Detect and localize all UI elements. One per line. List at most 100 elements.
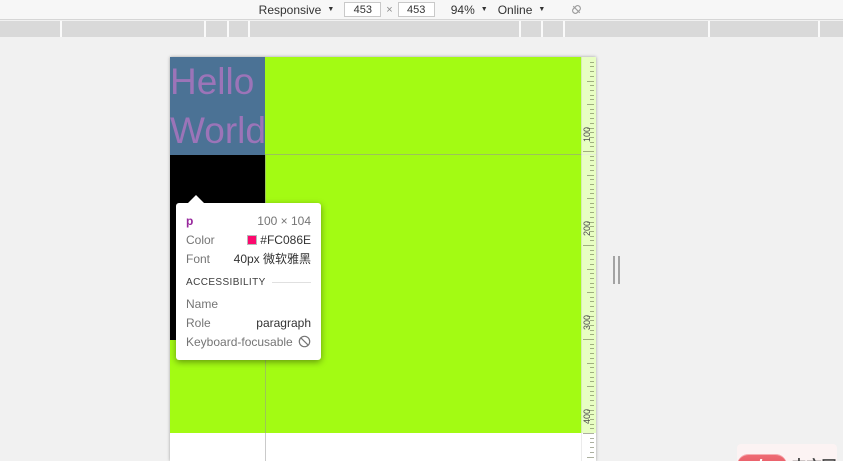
network-throttle-value: Online — [497, 2, 533, 17]
ruler-tick — [590, 99, 594, 101]
ruler-label: 300 — [582, 314, 592, 330]
ruler-tick — [590, 390, 594, 392]
watermark: php 中文网 — [737, 444, 837, 461]
ruler-tick — [587, 362, 594, 364]
vertical-ruler: 100 200 300 400 — [581, 57, 596, 461]
ruler-tick — [590, 306, 594, 308]
tooltip-role-label: Role — [186, 315, 211, 330]
chevron-down-icon: ▼ — [538, 6, 546, 13]
not-focusable-icon — [298, 335, 311, 348]
horizontal-guide-line — [265, 154, 596, 155]
ruler-tick — [590, 301, 594, 303]
device-type-selector[interactable]: Responsive ▼ — [259, 3, 335, 17]
tab-separator — [541, 21, 543, 37]
ruler-tick — [590, 75, 594, 77]
ruler-tick — [590, 371, 594, 373]
ruler-tick — [590, 94, 594, 96]
tooltip-keyboard-label: Keyboard-focusable — [186, 334, 293, 349]
ruler-tick — [590, 381, 594, 383]
ruler-tick — [590, 66, 594, 68]
element-highlight-overlay — [170, 57, 265, 155]
ruler-tick — [590, 343, 594, 345]
dimension-separator: × — [386, 3, 393, 16]
ruler-tick — [587, 198, 594, 199]
tooltip-font-value: 40px 微软雅黑 — [233, 252, 311, 266]
accessibility-section-header: ACCESSIBILITY — [186, 276, 266, 288]
ruler-tick — [590, 367, 594, 369]
ruler-tick — [590, 183, 594, 185]
viewport-width-input[interactable] — [344, 2, 382, 17]
device-type-label: Responsive — [258, 2, 322, 17]
tab-separator — [818, 21, 820, 37]
tab-separator — [227, 21, 229, 37]
ruler-tick — [590, 212, 594, 214]
section-divider — [271, 281, 311, 283]
vertical-scrollbar-thumb[interactable] — [613, 256, 620, 284]
ruler-tick — [590, 348, 594, 350]
tooltip-color-label: Color — [186, 232, 215, 247]
ruler-tick — [590, 400, 594, 402]
ruler-tick — [590, 113, 594, 115]
ruler-tick — [590, 259, 594, 261]
tab-separator — [204, 21, 206, 37]
tab-strip — [0, 21, 843, 37]
ruler-label: 100 — [582, 126, 592, 142]
ruler-tick — [590, 207, 594, 209]
ruler-tick — [587, 80, 594, 82]
zoom-value: 94% — [450, 2, 475, 17]
ruler-tick — [583, 151, 594, 152]
ruler-tick — [590, 89, 594, 91]
ruler-tick — [587, 104, 594, 105]
device-toolbar: Responsive ▼ × 94% ▼ Online ▼ — [0, 0, 843, 20]
ruler-tick — [590, 357, 594, 359]
ruler-tick — [590, 376, 594, 378]
tooltip-font-label: Font — [186, 251, 211, 266]
ruler-tick — [590, 254, 594, 256]
ruler-tick — [583, 339, 594, 340]
tab-separator — [708, 21, 710, 37]
ruler-label: 400 — [582, 408, 592, 424]
ruler-tick — [590, 85, 594, 87]
ruler-tick — [590, 165, 594, 167]
tooltip-name-label: Name — [186, 296, 219, 311]
ruler-tick — [590, 287, 594, 289]
tooltip-tag-name: p — [186, 213, 194, 228]
tooltip-arrow — [188, 195, 204, 203]
viewport-height-input[interactable] — [397, 2, 435, 17]
network-throttle-selector[interactable]: Online ▼ — [498, 3, 546, 17]
ruler-tick — [590, 282, 594, 284]
ruler-tick — [590, 155, 594, 157]
ruler-tick — [590, 296, 594, 298]
ruler-tick — [587, 268, 594, 270]
inspect-tooltip: p 100 × 104 Color #FC086E Font 40px 微软雅黑… — [176, 195, 321, 360]
chevron-down-icon: ▼ — [480, 6, 488, 13]
ruler-tick — [590, 160, 594, 162]
ruler-tick — [590, 442, 594, 444]
ruler-tick — [590, 437, 594, 439]
ruler-tick — [590, 277, 594, 279]
ruler-tick — [590, 447, 594, 449]
tab-separator — [563, 21, 565, 37]
ruler-tick — [590, 202, 594, 204]
tooltip-role-value: paragraph — [256, 315, 311, 330]
ruler-tick — [590, 108, 594, 110]
rotate-device-icon[interactable] — [569, 2, 584, 17]
ruler-tick — [587, 174, 594, 176]
ruler-tick — [590, 169, 594, 171]
ruler-tick — [590, 193, 594, 195]
ruler-tick — [590, 249, 594, 251]
zoom-selector[interactable]: 94% ▼ — [451, 3, 488, 17]
tooltip-color-value: #FC086E — [260, 232, 311, 247]
ruler-tick — [587, 386, 594, 387]
tooltip-dimensions: 100 × 104 — [257, 213, 311, 228]
ruler-tick — [590, 353, 594, 355]
ruler-label: 200 — [582, 220, 592, 236]
php-logo: php — [737, 453, 788, 461]
ruler-tick — [583, 245, 594, 246]
tab-separator — [519, 21, 521, 37]
color-swatch — [247, 234, 258, 245]
ruler-tick — [590, 395, 594, 397]
ruler-tick — [590, 451, 594, 453]
ruler-tick — [587, 292, 594, 293]
ruler-tick — [590, 118, 594, 120]
